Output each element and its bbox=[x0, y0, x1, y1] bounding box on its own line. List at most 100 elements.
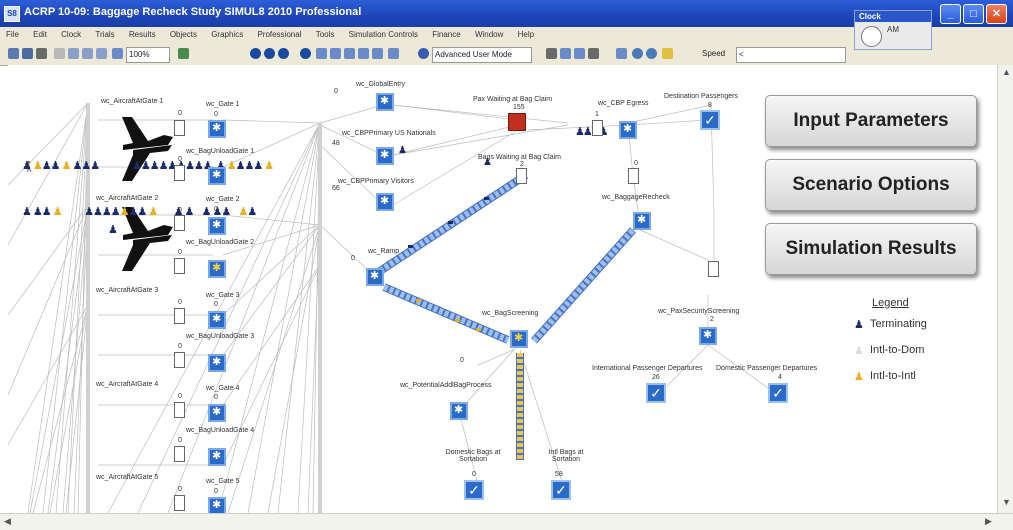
activity-gate-4[interactable] bbox=[208, 404, 226, 422]
queue-aircraft-gate-5[interactable] bbox=[174, 495, 185, 511]
activity-ramp[interactable] bbox=[366, 268, 384, 286]
menu-graphics[interactable]: Graphics bbox=[211, 30, 243, 39]
queue-bags-waiting[interactable] bbox=[516, 168, 527, 184]
exit-dom-departures[interactable]: ✓ bbox=[768, 383, 788, 403]
queue-aircraft-gate-3[interactable] bbox=[174, 308, 185, 324]
queue-icon[interactable] bbox=[330, 48, 341, 59]
user-mode-select[interactable]: Advanced User Mode bbox=[432, 47, 532, 63]
properties-icon[interactable] bbox=[560, 48, 571, 59]
mode-icon[interactable] bbox=[418, 48, 429, 59]
queue-aircraft-gate-2[interactable] bbox=[174, 215, 185, 231]
menu-trials[interactable]: Trials bbox=[95, 30, 114, 39]
activity-bag-unload-gate-2[interactable] bbox=[208, 260, 226, 278]
scroll-left-icon[interactable]: ◀ bbox=[4, 516, 11, 527]
print-icon[interactable] bbox=[36, 48, 47, 59]
activity-bag-unload-gate-3[interactable] bbox=[208, 354, 226, 372]
step-icon[interactable] bbox=[278, 48, 289, 59]
scroll-down-icon[interactable]: ▼ bbox=[1002, 497, 1011, 507]
activity-gate-1[interactable] bbox=[208, 120, 226, 138]
exit-intl-bags-sortation[interactable]: ✓ bbox=[551, 480, 571, 500]
window-controls: _ □ ✕ bbox=[940, 4, 1007, 24]
scroll-up-icon[interactable]: ▲ bbox=[1002, 67, 1011, 77]
menu-results[interactable]: Results bbox=[129, 30, 156, 39]
work-entry-icon[interactable] bbox=[316, 48, 327, 59]
zoom-icon[interactable] bbox=[112, 48, 123, 59]
scroll-right-icon[interactable]: ▶ bbox=[985, 516, 992, 527]
activity-gate-5[interactable] bbox=[208, 497, 226, 513]
label-gate-3: wc_Gate 3 bbox=[206, 292, 240, 299]
maximize-button[interactable]: □ bbox=[963, 4, 984, 24]
menu-finance[interactable]: Finance bbox=[432, 30, 460, 39]
menu-help[interactable]: Help bbox=[518, 30, 534, 39]
paste-icon[interactable] bbox=[96, 48, 107, 59]
activity-global-entry[interactable] bbox=[376, 93, 394, 111]
queue-bag-unload-gate-4[interactable] bbox=[174, 446, 185, 462]
queue-cbp-egress[interactable] bbox=[592, 120, 603, 136]
minimize-button[interactable]: _ bbox=[940, 4, 961, 24]
queue-aircraft-gate-4[interactable] bbox=[174, 402, 185, 418]
route-icon[interactable] bbox=[388, 48, 399, 59]
exit-intl-departures[interactable]: ✓ bbox=[646, 383, 666, 403]
menu-edit[interactable]: Edit bbox=[33, 30, 47, 39]
queue-aircraft-gate-1[interactable] bbox=[174, 120, 185, 136]
label-bag-unload-gate-2: wc_BagUnloadGate 2 bbox=[186, 239, 255, 246]
activity-cbp-egress[interactable] bbox=[619, 121, 637, 139]
activity-bag-recheck[interactable] bbox=[633, 212, 651, 230]
menu-objects[interactable]: Objects bbox=[170, 30, 197, 39]
copy-icon[interactable] bbox=[82, 48, 93, 59]
queue-bag-unload-gate-3[interactable] bbox=[174, 352, 185, 368]
input-parameters-button[interactable]: Input Parameters bbox=[765, 95, 977, 147]
label-aircraft-gate-1: wc_AircraftAtGate 1 bbox=[101, 98, 164, 105]
exit-destination-passengers[interactable]: ✓ bbox=[700, 110, 720, 130]
menu-file[interactable]: File bbox=[6, 30, 19, 39]
clock-window[interactable]: Clock AM bbox=[854, 10, 932, 50]
menu-window[interactable]: Window bbox=[475, 30, 503, 39]
resource-icon[interactable] bbox=[372, 48, 383, 59]
menu-clock[interactable]: Clock bbox=[61, 30, 81, 39]
menu-professional[interactable]: Professional bbox=[257, 30, 301, 39]
zoom-select[interactable]: 100% bbox=[126, 47, 170, 63]
work-exit-icon[interactable] bbox=[358, 48, 369, 59]
queue-bag-recheck[interactable] bbox=[628, 168, 639, 184]
activity-bag-unload-gate-1[interactable] bbox=[208, 167, 226, 185]
simulation-results-button[interactable]: Simulation Results bbox=[765, 223, 977, 275]
grid-icon[interactable] bbox=[178, 48, 189, 59]
activity-cbp-us-nationals[interactable] bbox=[376, 147, 394, 165]
close-button[interactable]: ✕ bbox=[986, 4, 1007, 24]
help-icon[interactable] bbox=[662, 48, 673, 59]
activity-pax-security[interactable] bbox=[699, 327, 717, 345]
queue-bag-unload-gate-1[interactable] bbox=[174, 165, 185, 181]
globe-icon[interactable] bbox=[632, 48, 643, 59]
scenario-options-button[interactable]: Scenario Options bbox=[765, 159, 977, 211]
save-icon[interactable] bbox=[22, 48, 33, 59]
queue-bag-unload-gate-2[interactable] bbox=[174, 258, 185, 274]
vertical-scrollbar[interactable]: ▲ ▼ bbox=[997, 65, 1013, 513]
reset-icon[interactable] bbox=[250, 48, 261, 59]
simulation-canvas[interactable]: 🚶 ♟ ♟♟♟ ♟ ♟♟♟ ♟♟♟♟♟♟♟♟♟ ♟ ♟♟♟♟ ♟ ♟ ♟♟ ♟ … bbox=[8, 65, 997, 513]
cut-icon[interactable] bbox=[68, 48, 79, 59]
pax-waiting-queue[interactable] bbox=[508, 113, 526, 131]
exit-dom-bags-sortation[interactable]: ✓ bbox=[464, 480, 484, 500]
speed-slider[interactable]: < bbox=[736, 47, 846, 63]
activity-bag-unload-gate-4[interactable] bbox=[208, 448, 226, 466]
activity-potential-addl[interactable] bbox=[450, 402, 468, 420]
stop-icon[interactable] bbox=[300, 48, 311, 59]
layers-icon[interactable] bbox=[616, 48, 627, 59]
horizontal-scrollbar[interactable]: ◀ ▶ bbox=[0, 513, 1013, 530]
activity-cbp-visitors[interactable] bbox=[376, 193, 394, 211]
work-center-icon[interactable] bbox=[344, 48, 355, 59]
refresh-icon[interactable] bbox=[646, 48, 657, 59]
count-dom-departures: 4 bbox=[778, 374, 782, 381]
activity-bag-screening[interactable] bbox=[510, 330, 528, 348]
open-icon[interactable] bbox=[8, 48, 19, 59]
run-icon[interactable] bbox=[264, 48, 275, 59]
find-icon[interactable] bbox=[546, 48, 557, 59]
menu-tools[interactable]: Tools bbox=[316, 30, 335, 39]
queue-pre-security[interactable] bbox=[708, 261, 719, 277]
undo-icon[interactable] bbox=[54, 48, 65, 59]
results-icon[interactable] bbox=[574, 48, 585, 59]
activity-gate-2[interactable] bbox=[208, 217, 226, 235]
menu-simulation-controls[interactable]: Simulation Controls bbox=[349, 30, 418, 39]
binoculars-icon[interactable] bbox=[588, 48, 599, 59]
activity-gate-3[interactable] bbox=[208, 311, 226, 329]
